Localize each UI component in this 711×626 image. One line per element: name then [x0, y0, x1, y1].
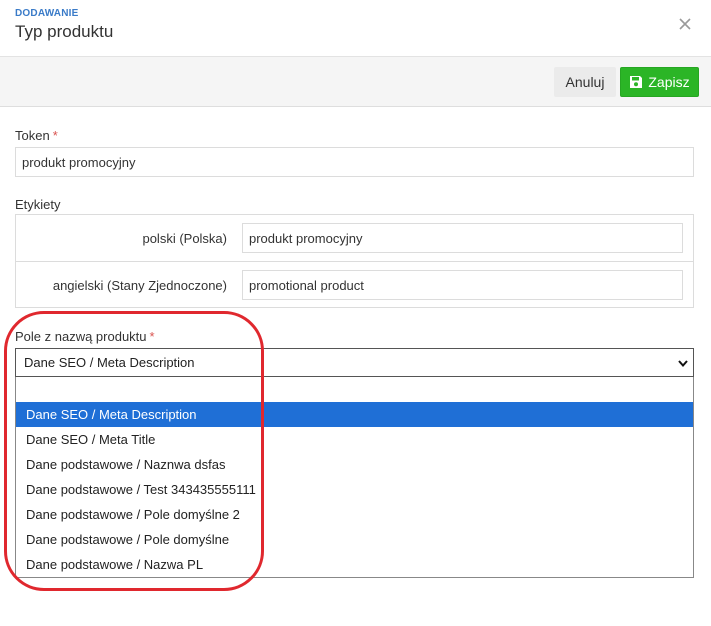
dropdown-option[interactable]: Dane SEO / Meta Title [16, 427, 693, 452]
row-divider [16, 261, 693, 262]
label-input-english[interactable]: promotional product [242, 270, 683, 300]
cancel-button[interactable]: Anuluj [554, 67, 616, 97]
dialog-header: DODAWANIE Typ produktu [0, 0, 711, 57]
labels-section-label: Etykiety [15, 197, 61, 212]
dropdown-option[interactable]: Dane podstawowe / Naznwa dsfas [16, 452, 693, 477]
chevron-down-icon [678, 360, 688, 368]
label-input-polish[interactable]: produkt promocyjny [242, 223, 683, 253]
dropdown-option[interactable]: Dane podstawowe / Pole domyślne [16, 527, 693, 552]
select-value: Dane SEO / Meta Description [24, 355, 195, 370]
required-mark: * [52, 128, 58, 143]
dropdown-list: Dane SEO / Meta Description Dane SEO / M… [15, 377, 694, 578]
name-field-label: Pole z nazwą produktu * [15, 329, 155, 344]
token-input[interactable]: produkt promocyjny [15, 147, 694, 177]
language-label-english: angielski (Stany Zjednoczone) [52, 278, 227, 293]
dropdown-option[interactable]: Dane podstawowe / Nazwa PL [16, 552, 693, 577]
name-field-select[interactable]: Dane SEO / Meta Description [15, 348, 694, 377]
token-label: Token * [15, 128, 58, 143]
dialog-title: Typ produktu [15, 22, 114, 41]
token-label-text: Token [15, 128, 50, 143]
labels-table: polski (Polska) produkt promocyjny angie… [15, 214, 694, 308]
floppy-disk-icon [630, 76, 643, 88]
dropdown-option[interactable]: Dane SEO / Meta Description [16, 402, 693, 427]
dropdown-filter-input[interactable] [16, 377, 693, 402]
dropdown-option[interactable]: Dane podstawowe / Pole domyślne 2 [16, 502, 693, 527]
name-field-label-text: Pole z nazwą produktu [15, 329, 147, 344]
save-button[interactable]: Zapisz [620, 67, 699, 97]
language-label-polish: polski (Polska) [142, 231, 227, 246]
dropdown-option[interactable]: Dane podstawowe / Test 343435555111 [16, 477, 693, 502]
action-toolbar: Anuluj Zapisz [0, 57, 711, 107]
close-icon[interactable] [676, 15, 694, 33]
dialog-subtitle: DODAWANIE [15, 8, 79, 19]
required-mark: * [149, 329, 155, 344]
save-button-label: Zapisz [648, 74, 690, 90]
